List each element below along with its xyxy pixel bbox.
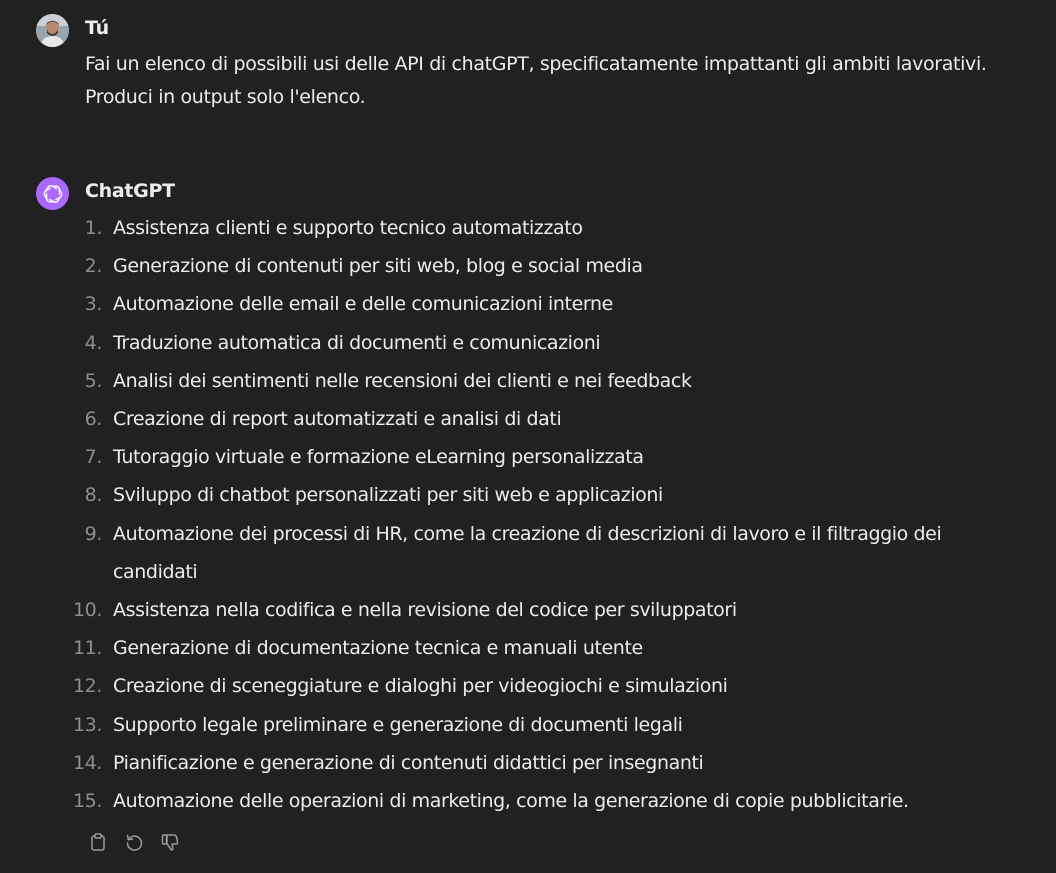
list-number: 8. xyxy=(84,484,103,507)
list-item: 4. Traduzione automatica di documenti e c… xyxy=(0,324,1056,362)
list-number: 6. xyxy=(84,408,103,431)
list-item-text: Analisi dei sentimenti nelle recensioni … xyxy=(113,369,692,392)
list-item: 5. Analisi dei sentimenti nelle recension… xyxy=(0,362,1056,400)
list-number: 4. xyxy=(84,331,103,354)
openai-logo-icon xyxy=(43,184,62,203)
list-item: 13. Supporto legale preliminare e generaz… xyxy=(0,706,1056,744)
list-item-text: Generazione di contenuti per siti web, b… xyxy=(113,255,643,278)
list-number: 5. xyxy=(84,369,103,392)
response-list: 1. Assistenza clienti e supporto tecnico … xyxy=(0,209,1056,820)
list-item-text: Assistenza nella codifica e nella revisi… xyxy=(113,599,737,622)
list-item: 14. Pianificazione e generazione di conte… xyxy=(0,744,1056,782)
list-number: 11. xyxy=(72,637,102,660)
clipboard-icon xyxy=(91,833,105,851)
list-number: 13. xyxy=(72,713,102,736)
list-number: 3. xyxy=(84,293,103,316)
list-item-text: Creazione di sceneggiature e dialoghi pe… xyxy=(113,675,728,698)
list-item: 7. Tutoraggio virtuale e formazione eLear… xyxy=(0,438,1056,476)
list-number: 1. xyxy=(84,217,103,239)
list-item-text: Pianificazione e generazione di contenut… xyxy=(113,751,704,774)
list-item-text: Assistenza clienti e supporto tecnico au… xyxy=(113,217,583,239)
list-item: 15. Automazione delle operazioni di marke… xyxy=(0,782,1056,820)
list-item-text: Automazione delle email e delle comunica… xyxy=(113,293,613,316)
chatgpt-avatar xyxy=(36,177,69,210)
list-item: 8. Sviluppo di chatbot personalizzati per… xyxy=(0,476,1056,514)
list-number: 15. xyxy=(72,790,102,813)
list-item: 12. Creazione di sceneggiature e dialoghi… xyxy=(0,667,1056,705)
list-number: 7. xyxy=(84,446,103,469)
list-item: 6. Creazione di report automatizzati e an… xyxy=(0,400,1056,438)
thumbs-down-icon xyxy=(161,834,179,851)
regenerate-icon xyxy=(126,834,143,851)
list-item-text: Automazione dei processi di HR, come la … xyxy=(113,522,942,583)
assistant-author-name: ChatGPT xyxy=(85,180,175,202)
list-item-text: Supporto legale preliminare e generazion… xyxy=(113,713,683,736)
list-number: 10. xyxy=(72,599,102,622)
list-number: 14. xyxy=(72,751,102,774)
list-item-text: Automazione delle operazioni di marketin… xyxy=(113,790,909,813)
list-item-text: Generazione di documentazione tecnica e … xyxy=(113,637,643,660)
list-item: 10. Assistenza nella codifica e nella rev… xyxy=(0,591,1056,629)
thumbs-down-button[interactable] xyxy=(157,829,183,855)
list-item-text: Tutoraggio virtuale e formazione eLearni… xyxy=(113,446,644,469)
list-number: 12. xyxy=(72,675,102,698)
assistant-message: ChatGPT 1. Assistenza clienti e supporto … xyxy=(0,0,1056,873)
list-item-text: Sviluppo di chatbot personalizzati per s… xyxy=(113,484,663,507)
message-actions xyxy=(85,829,183,855)
list-item: 11. Generazione di documentazione tecnica… xyxy=(0,629,1056,667)
list-item: 2. Generazione di contenuti per siti web,… xyxy=(0,247,1056,285)
list-number: 9. xyxy=(84,522,103,545)
list-number: 2. xyxy=(84,255,103,278)
list-item: 3. Automazione delle email e delle comuni… xyxy=(0,285,1056,323)
list-item-text: Creazione di report automatizzati e anal… xyxy=(113,408,562,431)
list-item-text: Traduzione automatica di documenti e com… xyxy=(113,331,601,354)
list-item: 9. Automazione dei processi di HR, come l… xyxy=(0,515,1056,591)
copy-button[interactable] xyxy=(85,829,111,855)
regenerate-button[interactable] xyxy=(121,829,147,855)
list-item: 1. Assistenza clienti e supporto tecnico … xyxy=(0,209,1056,247)
